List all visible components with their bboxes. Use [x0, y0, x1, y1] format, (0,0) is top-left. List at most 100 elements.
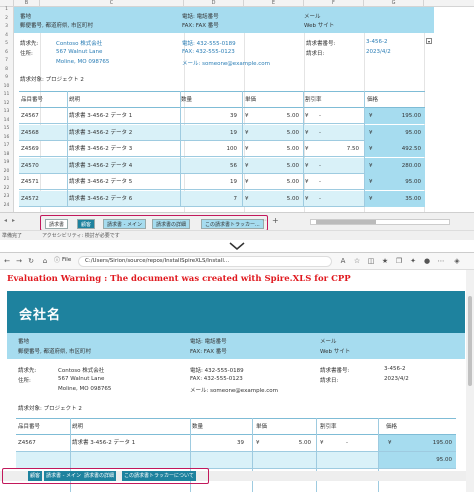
web-label: Web サイト [320, 349, 351, 355]
row-header[interactable]: 16 [0, 135, 13, 140]
discount-currency: ¥ [305, 179, 309, 185]
row-header[interactable]: 17 [0, 143, 13, 148]
row-header[interactable]: 15 [0, 126, 13, 131]
forward-icon[interactable]: → [14, 255, 24, 267]
favorites-icon[interactable]: ★ [380, 255, 390, 267]
discount: - [346, 440, 348, 446]
unit-price: 5.00 [286, 162, 299, 169]
row-header[interactable]: 14 [0, 118, 13, 123]
fax-label: FAX: FAX 番号 [190, 349, 227, 355]
tab-scroll-icon[interactable]: ◂ [4, 217, 7, 224]
read-aloud-icon[interactable]: A [338, 255, 348, 267]
discount: - [319, 195, 321, 202]
column-header-c[interactable]: C [40, 0, 184, 7]
description: 請求書 3-456-2 データ 2 [69, 129, 133, 136]
favorite-icon[interactable]: ☆ [352, 255, 362, 267]
dropdown-arrow-icon[interactable]: ▾ [426, 38, 432, 44]
table-row: Z4567 請求書 3-456-2 データ 1 39 ¥ 5.00 ¥ - ¥ … [16, 435, 456, 452]
browser-window: ← → ↻ ⌂ ⓘ File C:/Users/Sirion/source/re… [0, 252, 474, 492]
home-icon[interactable]: ⌂ [40, 255, 50, 267]
company-band: 会社名 [7, 291, 465, 333]
header-discount: 割引率 [320, 424, 337, 430]
highlight-box [2, 468, 209, 484]
item-number: Z4570 [21, 162, 39, 169]
discount: - [319, 162, 321, 169]
header-quantity: 数量 [192, 424, 204, 430]
billing-street: 567 Walnut Lane [58, 376, 105, 382]
row-header[interactable]: 12 [0, 101, 13, 106]
price: 195.00 [401, 113, 421, 119]
info-icon[interactable]: ⓘ [52, 255, 62, 267]
column-header-g[interactable]: G [364, 0, 424, 7]
row-header[interactable]: 10 [0, 84, 13, 89]
row-header[interactable]: 18 [0, 152, 13, 157]
accessibility-status[interactable]: アクセシビリティ: 検討が必要です [42, 232, 120, 239]
add-sheet-button[interactable]: + [272, 216, 279, 225]
price-currency: ¥ [369, 195, 373, 202]
vertical-scroll-thumb[interactable] [468, 296, 472, 386]
row-header[interactable]: 11 [0, 92, 13, 97]
billing-phone: 電話: 432-555-0189 [190, 368, 244, 374]
description: 請求書 3-456-2 データ 3 [69, 146, 133, 152]
row-header[interactable]: 5 [0, 41, 13, 46]
row-header[interactable]: 6 [0, 50, 13, 55]
unit-price: 5.00 [286, 113, 299, 119]
extensions-icon[interactable]: ✦ [408, 255, 418, 267]
price: 492.50 [401, 146, 421, 152]
row-header[interactable]: 7 [0, 58, 13, 63]
unit-price: 5.00 [286, 146, 299, 152]
column-header-e[interactable]: E [244, 0, 304, 7]
collections-icon[interactable]: ❐ [394, 255, 404, 267]
billing-street: 567 Walnut Lane [56, 49, 103, 55]
row-header[interactable]: 22 [0, 186, 13, 191]
table-divider [242, 91, 243, 206]
table-row: 95.00 [16, 452, 456, 469]
unit-price-currency: ¥ [256, 440, 260, 446]
horizontal-scroll-thumb[interactable] [316, 220, 376, 224]
description: 請求書 3-456-2 データ 1 [69, 113, 133, 119]
row-header[interactable]: 13 [0, 109, 13, 114]
billing-address-label: 住所: [18, 378, 31, 384]
row-header[interactable]: 8 [0, 67, 13, 72]
row-header[interactable]: 4 [0, 33, 13, 38]
project-label: 請求対象: プロジェクト 2 [20, 77, 84, 83]
row-headers: 1 2 3 4 5 6 7 8 9 10 11 12 13 14 15 16 17 18 19 20 21 22 23 24 [0, 7, 14, 212]
vertical-scrollbar[interactable] [466, 270, 474, 492]
file-label: File [62, 257, 72, 263]
invoice-number-label: 請求書番号: [320, 368, 350, 374]
row-header[interactable]: 23 [0, 194, 13, 199]
row-header[interactable]: 9 [0, 75, 13, 80]
header-description: 説明 [69, 97, 81, 103]
unit-price-currency: ¥ [245, 129, 249, 136]
column-header-d[interactable]: D [184, 0, 244, 7]
row-header[interactable]: 20 [0, 169, 13, 174]
address-bar[interactable]: C:/Users/Sirion/source/repos/InstallSpir… [78, 256, 332, 267]
project-label: 請求対象: プロジェクト 2 [18, 406, 82, 412]
row-header[interactable]: 3 [0, 24, 13, 29]
column-header-f[interactable]: F [304, 0, 364, 7]
row-header[interactable]: 24 [0, 203, 13, 208]
column-header-b[interactable]: B [14, 0, 40, 7]
copilot-icon[interactable]: ◈ [452, 255, 462, 267]
billing-fax: FAX: 432-555-0123 [182, 49, 235, 55]
price-currency: ¥ [369, 146, 373, 152]
select-all-corner[interactable] [0, 0, 14, 7]
more-menu-icon[interactable]: ⋯ [436, 255, 446, 267]
quantity: 19 [230, 179, 237, 185]
item-number: Z4572 [21, 195, 39, 202]
unit-price-currency: ¥ [245, 179, 249, 185]
invoice-date-label: 請求日: [306, 51, 325, 57]
tab-scroll-right-icon[interactable]: ▸ [12, 217, 15, 224]
back-icon[interactable]: ← [2, 255, 12, 267]
address-value: 郵便番号, 都道府県, 市区町村 [18, 349, 91, 355]
row-header[interactable]: 19 [0, 160, 13, 165]
row-header[interactable]: 21 [0, 177, 13, 182]
split-screen-icon[interactable]: ◫ [366, 255, 376, 267]
description: 請求書 3-456-2 データ 5 [69, 179, 133, 185]
price-currency: ¥ [369, 162, 373, 169]
billing-city: Moline, MO 098765 [58, 386, 112, 392]
profile-icon[interactable]: ● [422, 255, 432, 267]
refresh-icon[interactable]: ↻ [26, 255, 36, 267]
row-header[interactable]: 1 [0, 7, 13, 12]
row-header[interactable]: 2 [0, 16, 13, 21]
